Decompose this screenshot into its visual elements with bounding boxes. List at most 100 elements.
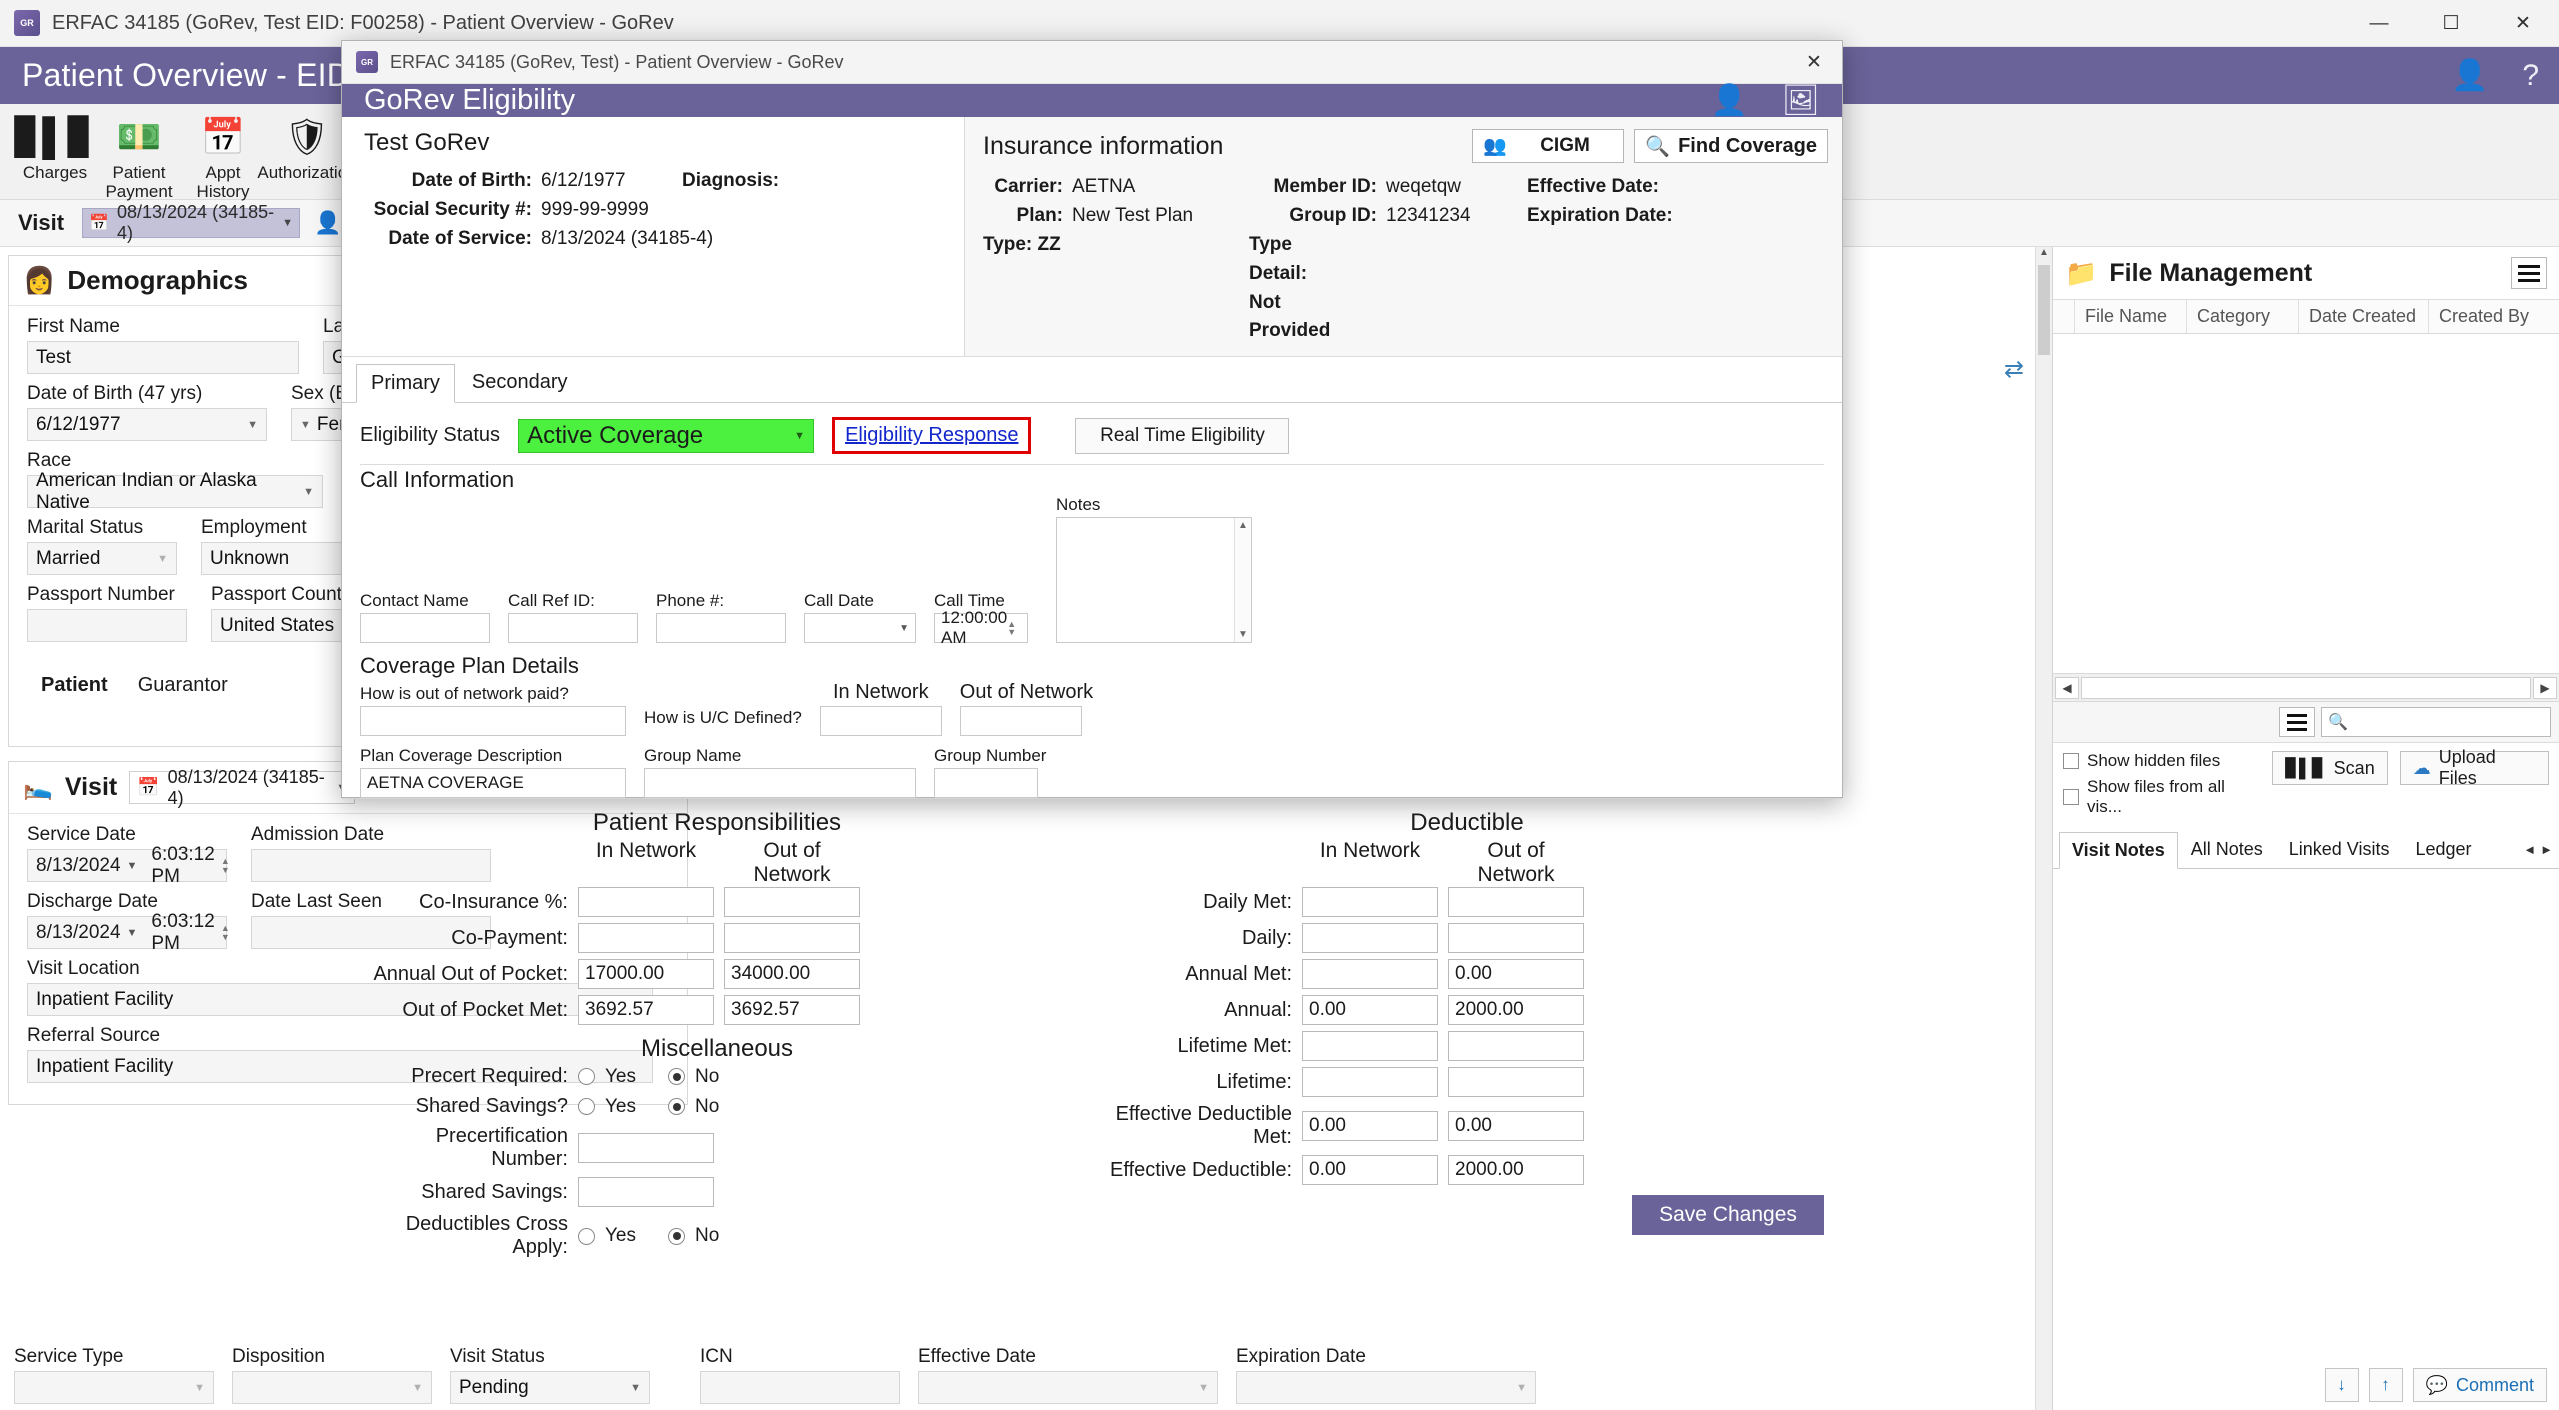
scroll-left-arrow[interactable]: ◀ (2055, 676, 2079, 699)
icn-input[interactable] (700, 1371, 900, 1404)
notes-area[interactable] (2053, 869, 2559, 1360)
tab-patient[interactable]: Patient (27, 669, 122, 702)
employment-input[interactable]: Unknown (201, 542, 351, 575)
oon-paid-input[interactable] (360, 706, 626, 737)
image-icon[interactable]: 🖼 (1782, 85, 1820, 116)
ded-in-input[interactable] (1302, 1031, 1438, 1062)
uc-out-network-input[interactable] (959, 706, 1082, 737)
show-hidden-files-checkbox[interactable] (2063, 753, 2079, 769)
pr-in-input[interactable] (578, 923, 714, 954)
pr-out-input[interactable]: 34000.00 (724, 959, 860, 990)
file-col-file-name[interactable]: File Name (2075, 300, 2187, 333)
save-changes-button[interactable]: Save Changes (1632, 1195, 1824, 1236)
disposition-input[interactable]: ▼ (232, 1371, 432, 1404)
file-col-created-by[interactable]: Created By (2429, 300, 2549, 333)
file-table-hscrollbar[interactable]: ◀ ▶ (2053, 674, 2559, 702)
precert-number-input[interactable] (578, 1133, 714, 1164)
ded-out-input[interactable]: 2000.00 (1448, 1155, 1584, 1186)
scroll-down-arrow[interactable]: ▼ (1238, 629, 1248, 640)
pr-out-input[interactable] (724, 887, 860, 918)
visit-card-dropdown[interactable]: 📅 08/13/2024 (34185-4) ▼ (129, 767, 356, 808)
plan-desc-input[interactable]: AETNA COVERAGE (360, 768, 626, 799)
group-name-input[interactable] (644, 768, 916, 799)
uc-in-network-input[interactable] (819, 706, 942, 737)
tab-all-notes[interactable]: All Notes (2178, 831, 2276, 868)
pr-out-input[interactable]: 3692.57 (724, 995, 860, 1026)
pr-in-input[interactable]: 17000.00 (578, 959, 714, 990)
group-number-input[interactable] (934, 768, 1038, 799)
file-col-date-created[interactable]: Date Created (2299, 300, 2429, 333)
tab-primary[interactable]: Primary (356, 364, 455, 404)
scroll-up-arrow[interactable]: ▲ (2036, 247, 2052, 264)
notes-textarea[interactable]: ▲ ▼ (1056, 517, 1252, 644)
person-icon[interactable]: 👤 (1711, 85, 1748, 116)
help-icon[interactable]: ? (2522, 60, 2539, 91)
hscrollbar-thumb[interactable] (2081, 676, 2531, 699)
tab-secondary[interactable]: Secondary (457, 363, 583, 402)
precert-required-yes-radio[interactable] (578, 1068, 595, 1086)
scrollbar-thumb[interactable] (2038, 265, 2050, 355)
first-name-input[interactable]: Test (27, 341, 299, 374)
find-coverage-button[interactable]: 🔍 Find Coverage (1634, 129, 1828, 163)
precert-required-no-radio[interactable] (668, 1068, 685, 1086)
deductibles-cross-yes-radio[interactable] (578, 1227, 595, 1245)
hamburger-icon[interactable] (2511, 257, 2547, 289)
call-ref-input[interactable] (508, 613, 638, 644)
ribbon-charges[interactable]: ▊▌▊ Charges (14, 112, 96, 183)
pr-in-input[interactable]: 3692.57 (578, 995, 714, 1026)
ded-in-input[interactable]: 0.00 (1302, 1111, 1438, 1142)
ded-in-input[interactable] (1302, 887, 1438, 918)
minimize-button[interactable]: — (2343, 0, 2415, 47)
deductibles-cross-no-radio[interactable] (668, 1227, 685, 1245)
shared-savings-yes-radio[interactable] (578, 1098, 595, 1116)
spinner-icon[interactable]: ▲ ▼ (1007, 620, 1021, 637)
ribbon-authorization[interactable]: 🛡 Authorization (257, 112, 356, 183)
pr-out-input[interactable] (724, 923, 860, 954)
ribbon-appt-history[interactable]: 📅 Appt History (182, 112, 264, 202)
ded-in-input[interactable]: 0.00 (1302, 1155, 1438, 1186)
scan-button[interactable]: ▊▌▊ Scan (2272, 751, 2388, 785)
discharge-date-input[interactable]: 8/13/2024 ▼ 6:03:12 PM ▲ ▼ (27, 911, 230, 954)
marital-input[interactable]: Married ▼ (27, 542, 177, 575)
show-all-visits-checkbox[interactable] (2063, 789, 2079, 805)
eligibility-status-dropdown[interactable]: Active Coverage ▼ (518, 418, 815, 453)
ded-out-input[interactable]: 2000.00 (1448, 995, 1584, 1026)
passport-number-input[interactable] (27, 609, 187, 642)
show-hidden-files-row[interactable]: Show hidden files (2063, 751, 2260, 771)
file-col-category[interactable]: Category (2187, 300, 2299, 333)
eligibility-response-link[interactable]: Eligibility Response (845, 424, 1018, 446)
ded-in-input[interactable] (1302, 1067, 1438, 1098)
shared-savings-input[interactable] (578, 1177, 714, 1208)
shared-savings-no-radio[interactable] (668, 1098, 685, 1116)
close-button[interactable]: ✕ (2487, 0, 2559, 47)
upload-files-button[interactable]: ☁ Upload Files (2399, 747, 2549, 788)
maximize-button[interactable]: ☐ (2415, 0, 2487, 47)
ded-out-input[interactable] (1448, 923, 1584, 954)
main-vertical-scrollbar[interactable]: ▲ (2035, 247, 2052, 1410)
call-date-input[interactable]: ▼ (804, 613, 916, 644)
tab-visit-notes[interactable]: Visit Notes (2059, 832, 2178, 869)
ded-in-input[interactable] (1302, 923, 1438, 954)
phone-input[interactable] (656, 613, 786, 644)
spinner-icon[interactable]: ▲ ▼ (221, 857, 235, 874)
show-all-visits-row[interactable]: Show files from all vis... (2063, 777, 2260, 817)
ded-out-input[interactable] (1448, 1031, 1584, 1062)
scroll-down-button[interactable]: ↓ (2324, 1368, 2359, 1402)
service-date-input[interactable]: 8/13/2024 ▼ 6:03:12 PM ▲ ▼ (27, 844, 230, 887)
dob-input[interactable]: 6/12/1977 ▼ (27, 408, 267, 441)
ded-out-input[interactable]: 0.00 (1448, 1111, 1584, 1142)
ded-in-input[interactable]: 0.00 (1302, 995, 1438, 1026)
race-input[interactable]: American Indian or Alaska Native ▼ (27, 470, 323, 513)
tabs-prev-icon[interactable]: ◄ (2523, 842, 2536, 857)
tab-guarantor[interactable]: Guarantor (124, 669, 242, 702)
pr-in-input[interactable] (578, 887, 714, 918)
effective-date-input[interactable]: ▼ (918, 1371, 1218, 1404)
contact-name-input[interactable] (360, 613, 490, 644)
file-search-input[interactable]: 🔍 (2321, 707, 2551, 737)
scroll-right-arrow[interactable]: ▶ (2533, 676, 2557, 699)
service-type-input[interactable]: ▼ (14, 1371, 214, 1404)
real-time-eligibility-button[interactable]: Real Time Eligibility (1075, 417, 1290, 454)
visit-status-input[interactable]: Pending ▼ (450, 1371, 650, 1404)
scroll-up-arrow[interactable]: ▲ (1238, 520, 1248, 531)
expiration-date-input[interactable]: ▼ (1236, 1371, 1536, 1404)
